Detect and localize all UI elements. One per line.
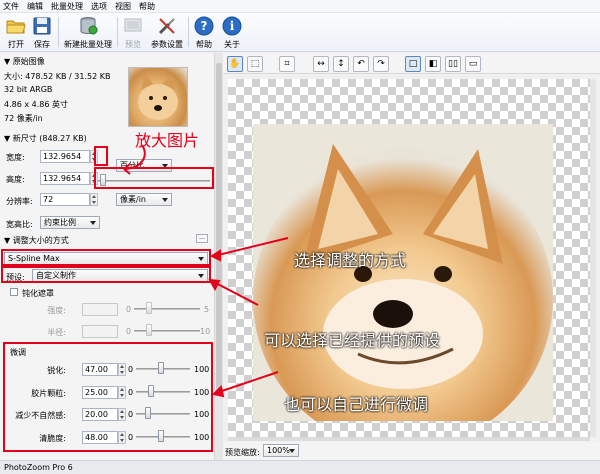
arrow-to-finetune [215,371,279,394]
arrow-to-method [213,237,289,257]
arrow-to-preset [211,280,259,306]
status-bar: PhotoZoom Pro 6 [0,460,600,474]
arrow-to-finetune-head [212,385,225,398]
arrow-to-preset-head [208,278,221,292]
annotation-arrows [208,237,289,398]
arrow-to-method-head [209,249,221,262]
